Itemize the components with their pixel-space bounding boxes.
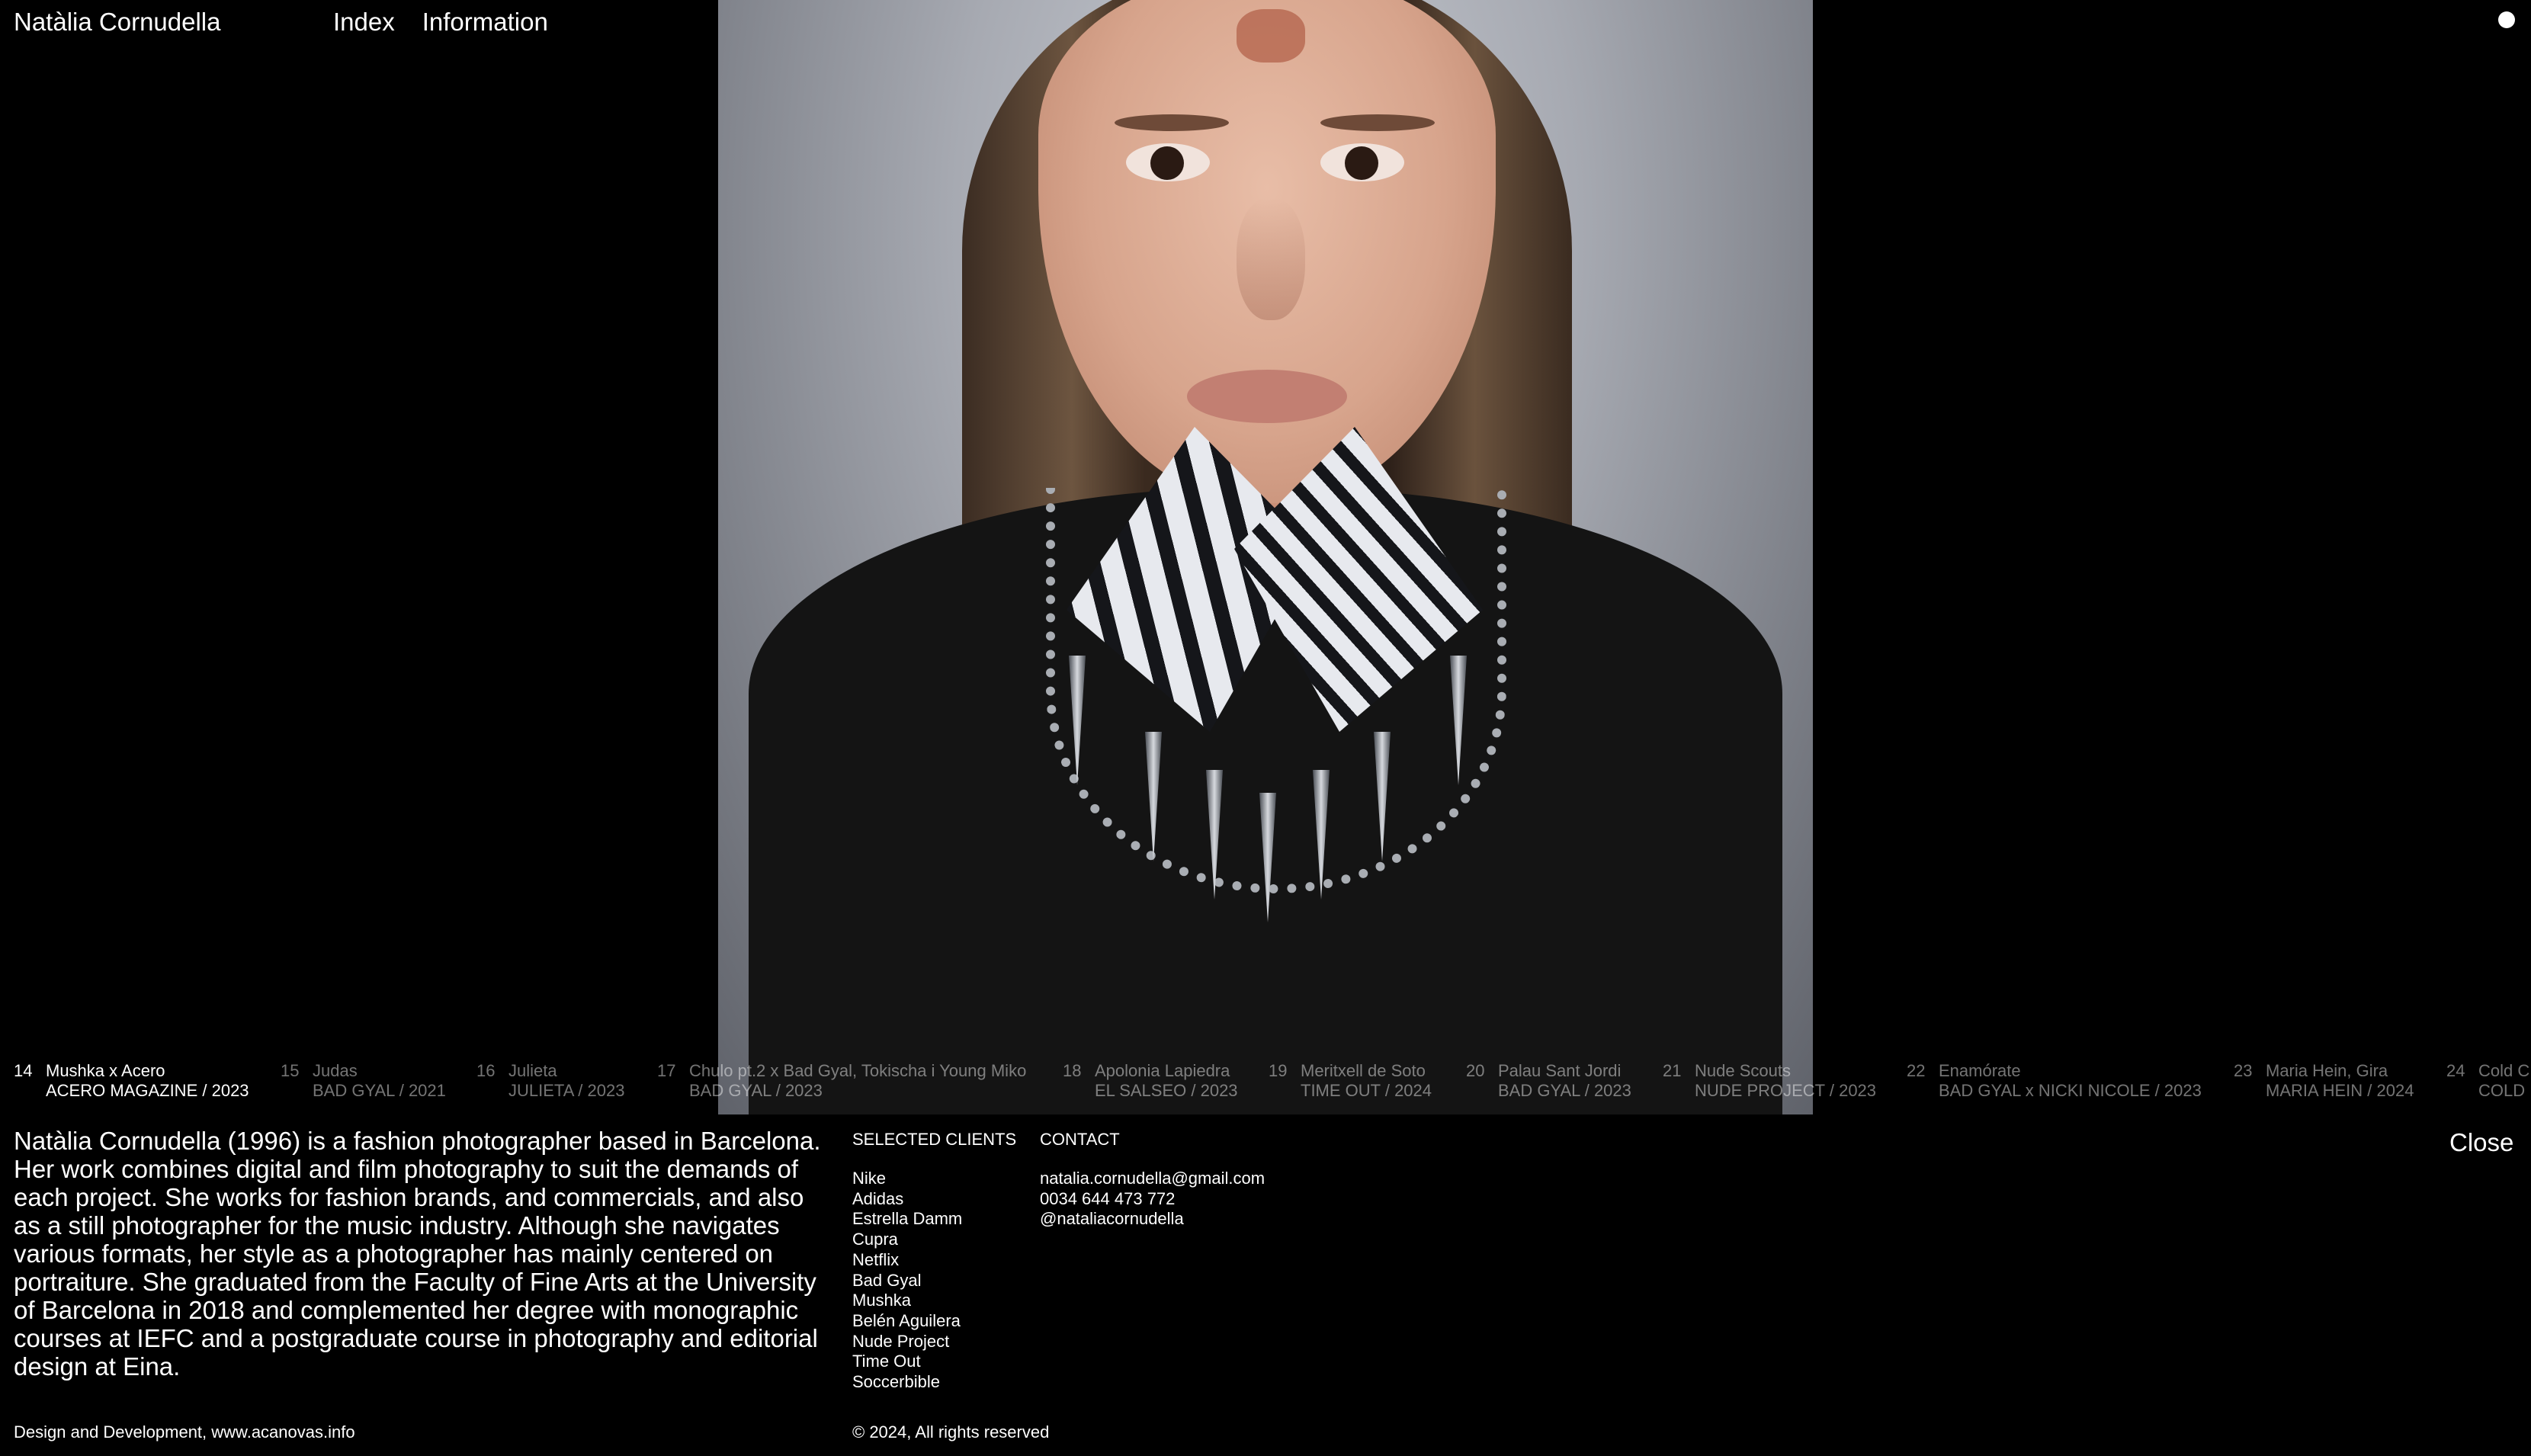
project-year: 2023 bbox=[1839, 1081, 1877, 1100]
contact-email-link[interactable]: natalia.cornudella@gmail.com bbox=[1040, 1169, 1265, 1189]
footer-copyright: © 2024, All rights reserved bbox=[852, 1422, 1050, 1442]
photo-eye-right bbox=[1320, 143, 1404, 181]
project-strip: 14 Mushka x Acero ACERO MAGAZINE / 2023 … bbox=[0, 1061, 2531, 1114]
clients-heading: SELECTED CLIENTS bbox=[852, 1130, 1017, 1149]
project-title: Cold C bbox=[2478, 1061, 2530, 1080]
client-item: Cupra bbox=[852, 1230, 898, 1249]
project-client: BAD GYAL bbox=[689, 1081, 771, 1100]
contact-instagram-link[interactable]: @nataliacornudella bbox=[1040, 1209, 1265, 1230]
project-number: 16 bbox=[476, 1061, 496, 1080]
close-button[interactable]: Close bbox=[2449, 1128, 2513, 1157]
project-title: Enamórate bbox=[1939, 1061, 2021, 1080]
project-photo[interactable] bbox=[718, 0, 1813, 1114]
project-year: 2024 bbox=[1394, 1081, 1432, 1100]
project-number: 18 bbox=[1063, 1061, 1082, 1080]
project-year: 2023 bbox=[211, 1081, 249, 1100]
project-year: 2023 bbox=[2164, 1081, 2202, 1100]
project-year: 2023 bbox=[1200, 1081, 1238, 1100]
project-title: Julieta bbox=[508, 1061, 557, 1080]
photo-forehead-mark bbox=[1237, 9, 1305, 63]
main-nav: Index Information bbox=[333, 8, 548, 37]
client-item: Soccerbible bbox=[852, 1372, 940, 1392]
project-year: 2023 bbox=[587, 1081, 625, 1100]
project-client: EL SALSEO bbox=[1095, 1081, 1187, 1100]
project-year: 2024 bbox=[2376, 1081, 2414, 1100]
project-client: BAD GYAL bbox=[313, 1081, 395, 1100]
project-year: 2023 bbox=[1593, 1081, 1631, 1100]
project-item-21[interactable]: 21 Nude Scouts NUDE PROJECT / 2023 bbox=[1649, 1061, 1876, 1101]
nav-index[interactable]: Index bbox=[333, 8, 395, 37]
project-number: 21 bbox=[1663, 1061, 1682, 1080]
project-item-16[interactable]: 16 Julieta JULIETA / 2023 bbox=[463, 1061, 624, 1101]
project-item-18[interactable]: 18 Apolonia Lapiedra EL SALSEO / 2023 bbox=[1049, 1061, 1238, 1101]
contact-list: natalia.cornudella@gmail.com 0034 644 47… bbox=[1040, 1169, 1265, 1230]
project-number: 22 bbox=[1907, 1061, 1926, 1080]
project-number: 17 bbox=[657, 1061, 676, 1080]
photo-nose bbox=[1237, 198, 1305, 320]
project-title: Chulo pt.2 x Bad Gyal, Tokischa i Young … bbox=[689, 1061, 1027, 1080]
client-item: Nude Project bbox=[852, 1331, 950, 1351]
project-item-14[interactable]: 14 Mushka x Acero ACERO MAGAZINE / 2023 bbox=[0, 1061, 249, 1101]
project-title: Mushka x Acero bbox=[46, 1061, 165, 1080]
project-item-17[interactable]: 17 Chulo pt.2 x Bad Gyal, Tokischa i You… bbox=[643, 1061, 1026, 1101]
project-number: 20 bbox=[1466, 1061, 1485, 1080]
photo-brow-right bbox=[1320, 114, 1435, 131]
photo-eye-left bbox=[1126, 143, 1210, 181]
project-item-15[interactable]: 15 Judas BAD GYAL / 2021 bbox=[267, 1061, 446, 1101]
project-client: ACERO MAGAZINE bbox=[46, 1081, 198, 1100]
client-item: Adidas bbox=[852, 1188, 904, 1208]
project-year: 2021 bbox=[408, 1081, 446, 1100]
contact-heading: CONTACT bbox=[1040, 1130, 1120, 1149]
contact-phone-link[interactable]: 0034 644 473 772 bbox=[1040, 1189, 1265, 1210]
site-name[interactable]: Natàlia Cornudella bbox=[14, 8, 221, 37]
project-title: Judas bbox=[313, 1061, 358, 1080]
project-client: MARIA HEIN bbox=[2266, 1081, 2363, 1100]
photo-lips bbox=[1187, 370, 1347, 423]
project-title: Nude Scouts bbox=[1695, 1061, 1791, 1080]
project-client: NUDE PROJECT bbox=[1695, 1081, 1825, 1100]
client-item: Estrella Damm bbox=[852, 1209, 963, 1229]
project-item-24[interactable]: 24 Cold C COLD bbox=[2433, 1061, 2529, 1101]
project-client: COLD bbox=[2478, 1081, 2526, 1100]
project-number: 14 bbox=[14, 1061, 33, 1080]
project-year: 2023 bbox=[784, 1081, 823, 1100]
photo-brow-left bbox=[1115, 114, 1229, 131]
project-item-22[interactable]: 22 Enamórate BAD GYAL x NICKI NICOLE / 2… bbox=[1893, 1061, 2202, 1101]
footer-credit[interactable]: Design and Development, www.acanovas.inf… bbox=[14, 1422, 355, 1442]
client-item: Time Out bbox=[852, 1352, 921, 1371]
photo-chain bbox=[1046, 488, 1506, 893]
client-item: Mushka bbox=[852, 1291, 912, 1310]
project-item-20[interactable]: 20 Palau Sant Jordi BAD GYAL / 2023 bbox=[1452, 1061, 1631, 1101]
project-number: 19 bbox=[1269, 1061, 1288, 1080]
project-title: Palau Sant Jordi bbox=[1498, 1061, 1622, 1080]
client-item: Nike bbox=[852, 1169, 887, 1188]
project-title: Maria Hein, Gira bbox=[2266, 1061, 2388, 1080]
project-title: Apolonia Lapiedra bbox=[1095, 1061, 1230, 1080]
project-client: TIME OUT bbox=[1301, 1081, 1381, 1100]
clients-list: Nike Adidas Estrella Damm Cupra Netflix … bbox=[852, 1169, 962, 1393]
nav-information[interactable]: Information bbox=[422, 8, 548, 37]
project-number: 15 bbox=[281, 1061, 300, 1080]
project-client: BAD GYAL bbox=[1498, 1081, 1580, 1100]
project-number: 23 bbox=[2234, 1061, 2253, 1080]
cursor-dot-icon bbox=[2498, 11, 2515, 28]
client-item: Bad Gyal bbox=[852, 1270, 922, 1290]
project-client: JULIETA bbox=[508, 1081, 574, 1100]
project-title: Meritxell de Soto bbox=[1301, 1061, 1426, 1080]
client-item: Netflix bbox=[852, 1249, 900, 1269]
bio-text: Natàlia Cornudella (1996) is a fashion p… bbox=[14, 1127, 821, 1381]
project-number: 24 bbox=[2446, 1061, 2465, 1080]
project-item-23[interactable]: 23 Maria Hein, Gira MARIA HEIN / 2024 bbox=[2220, 1061, 2414, 1101]
project-item-19[interactable]: 19 Meritxell de Soto TIME OUT / 2024 bbox=[1255, 1061, 1432, 1101]
project-client: BAD GYAL x NICKI NICOLE bbox=[1939, 1081, 2151, 1100]
client-item: Belén Aguilera bbox=[852, 1310, 961, 1330]
